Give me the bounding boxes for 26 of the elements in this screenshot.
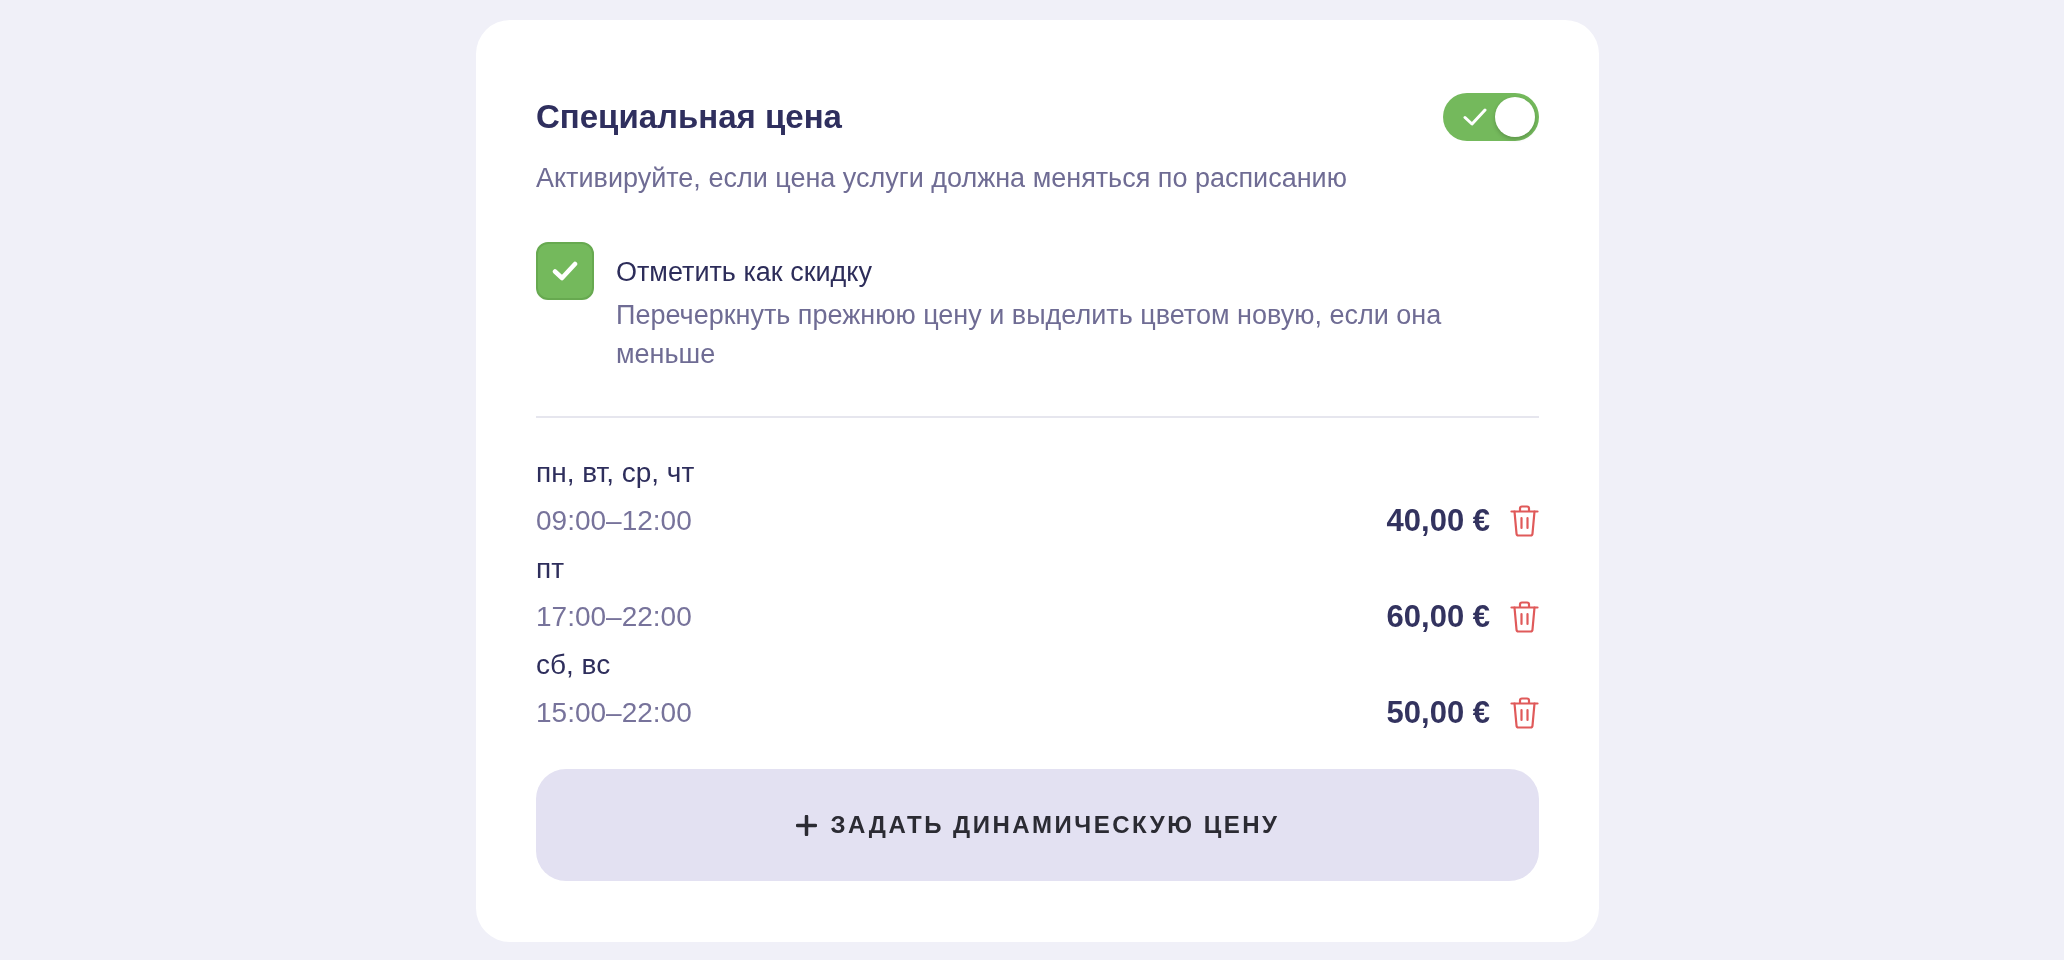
trash-icon — [1510, 601, 1539, 633]
section-title: Специальная цена — [536, 96, 842, 137]
days-label: пн, вт, ср, чт — [536, 456, 695, 490]
checkbox[interactable] — [536, 242, 594, 300]
time-range: 09:00–12:00 — [536, 504, 692, 538]
check-icon — [1463, 107, 1487, 126]
trash-icon — [1510, 505, 1539, 537]
add-dynamic-price-button[interactable]: ЗАДАТЬ ДИНАМИЧЕСКУЮ ЦЕНУ — [536, 769, 1539, 881]
price-value: 50,00 € — [1386, 693, 1490, 732]
checkbox-label: Отметить как скидку — [616, 256, 873, 289]
price-value: 40,00 € — [1386, 501, 1490, 540]
toggle-switch[interactable] — [1443, 92, 1539, 141]
toggle-knob — [1495, 96, 1535, 137]
time-range: 15:00–22:00 — [536, 696, 692, 730]
days-label: пт — [536, 552, 564, 586]
delete-button[interactable] — [1510, 601, 1539, 633]
checkbox-description: Перечеркнуть прежнюю цену и выделить цветом новую, если она меньше — [616, 299, 1443, 371]
days-label: сб, вс — [536, 648, 611, 682]
time-range: 17:00–22:00 — [536, 600, 692, 634]
delete-button[interactable] — [1510, 697, 1539, 729]
section-description: Активируйте, если цена услуги должна меняться по расписанию — [536, 162, 1348, 195]
trash-icon — [1510, 697, 1539, 729]
delete-button[interactable] — [1510, 505, 1539, 537]
price-value: 60,00 € — [1386, 597, 1490, 636]
check-icon — [552, 261, 578, 281]
plus-icon — [795, 814, 817, 836]
